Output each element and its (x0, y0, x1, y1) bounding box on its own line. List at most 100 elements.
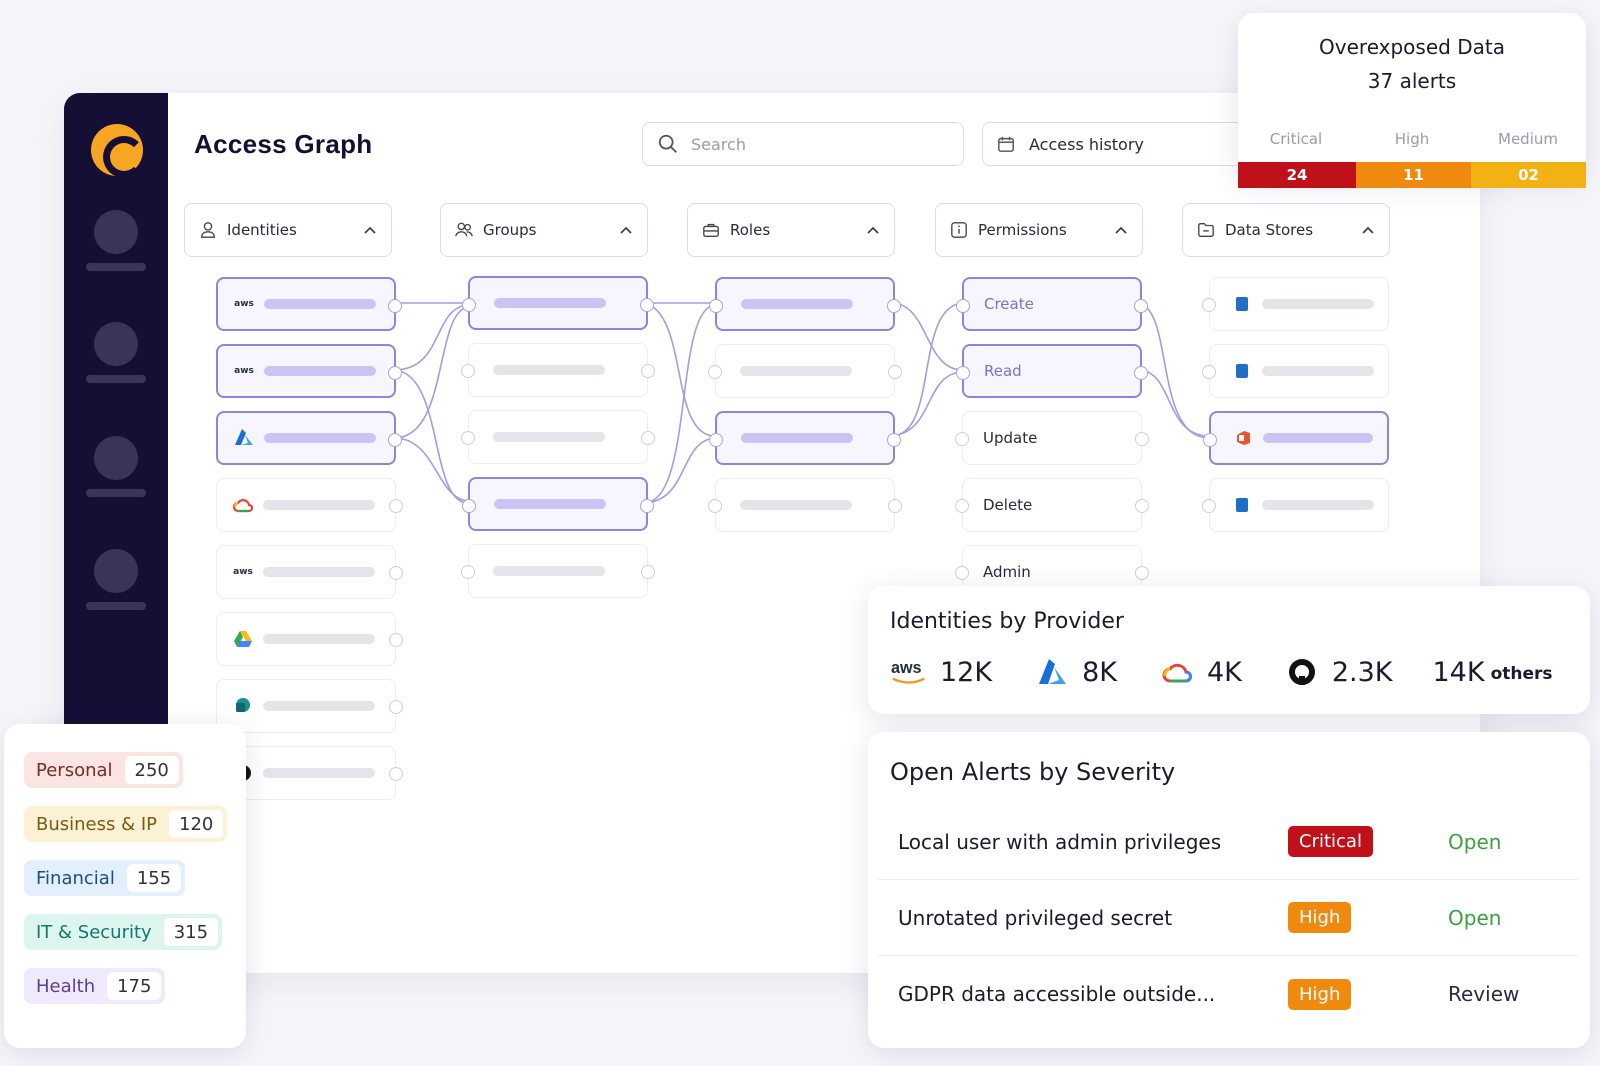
provider-aws[interactable]: aws 12K (890, 656, 992, 688)
permission-read[interactable]: Read (956, 344, 1148, 398)
sidebar-item-2-label[interactable] (86, 375, 146, 383)
connector-port[interactable] (389, 499, 403, 513)
connector-port[interactable] (389, 633, 403, 647)
group-node[interactable] (462, 477, 654, 531)
data-store-node[interactable] (1202, 478, 1389, 532)
connector-port[interactable] (1134, 366, 1148, 380)
permission-create[interactable]: Create (956, 277, 1148, 331)
connector-port[interactable] (955, 499, 969, 513)
connector-port[interactable] (887, 299, 901, 313)
connector-port[interactable] (955, 432, 969, 446)
connector-port[interactable] (1135, 432, 1149, 446)
severity-bar: 24 11 02 (1238, 162, 1586, 188)
connector-port[interactable] (461, 431, 475, 445)
data-store-node[interactable] (1203, 411, 1389, 465)
identity-node[interactable] (216, 478, 403, 532)
connector-port[interactable] (709, 299, 723, 313)
database-icon (1230, 359, 1254, 383)
category-health[interactable]: Health 175 (24, 968, 166, 1004)
connector-port[interactable] (461, 364, 475, 378)
permission-update[interactable]: Update (955, 411, 1149, 465)
identity-node[interactable]: aws (216, 277, 402, 331)
connector-port[interactable] (640, 499, 654, 513)
role-node[interactable] (709, 411, 901, 465)
alert-name: Unrotated privileged secret (898, 905, 1173, 930)
role-node[interactable] (708, 478, 902, 532)
node-placeholder (1262, 299, 1374, 309)
connector-port[interactable] (1202, 298, 1216, 312)
data-store-node[interactable] (1202, 344, 1389, 398)
search-input[interactable]: Search (642, 122, 964, 166)
connector-port[interactable] (462, 298, 476, 312)
app-logo[interactable] (91, 124, 145, 178)
provider-count: 14K (1432, 656, 1485, 688)
alert-row[interactable]: Unrotated privileged secret High Open (878, 880, 1578, 956)
connector-port[interactable] (388, 299, 402, 313)
identity-node[interactable]: aws (216, 344, 402, 398)
connector-port[interactable] (641, 565, 655, 579)
provider-github[interactable]: 2.3K (1282, 656, 1393, 688)
identity-node[interactable] (216, 612, 403, 666)
connector-port[interactable] (888, 499, 902, 513)
sidebar-item-1-icon[interactable] (94, 210, 138, 254)
connector-port[interactable] (956, 299, 970, 313)
provider-google-cloud[interactable]: 4K (1157, 656, 1242, 688)
sidebar-item-3-icon[interactable] (94, 436, 138, 480)
sidebar-item-4-icon[interactable] (94, 549, 138, 593)
category-personal[interactable]: Personal 250 (24, 752, 183, 788)
connector-port[interactable] (887, 433, 901, 447)
column-data-stores[interactable]: Data Stores (1182, 203, 1390, 257)
alert-row[interactable]: GDPR data accessible outside... High Rev… (878, 956, 1578, 1032)
connector-port[interactable] (641, 431, 655, 445)
connector-port[interactable] (708, 365, 722, 379)
connector-port[interactable] (956, 366, 970, 380)
group-node[interactable] (462, 276, 654, 330)
column-groups[interactable]: Groups (440, 203, 648, 257)
connector-port[interactable] (955, 566, 969, 580)
alert-row[interactable]: Local user with admin privileges Critica… (878, 804, 1578, 880)
severity-label-high: High (1394, 130, 1430, 148)
connector-port[interactable] (1203, 433, 1217, 447)
column-identities[interactable]: Identities (184, 203, 392, 257)
connector-port[interactable] (640, 298, 654, 312)
provider-others[interactable]: 14K others (1433, 657, 1553, 688)
connector-port[interactable] (1202, 365, 1216, 379)
connector-port[interactable] (389, 566, 403, 580)
connector-port[interactable] (388, 366, 402, 380)
group-node[interactable] (461, 343, 655, 397)
connector-port[interactable] (461, 565, 475, 579)
connector-port[interactable] (709, 433, 723, 447)
identity-node[interactable] (216, 679, 403, 733)
connector-port[interactable] (1134, 299, 1148, 313)
category-business-ip[interactable]: Business & IP 120 (24, 806, 228, 842)
connector-port[interactable] (389, 700, 403, 714)
group-node[interactable] (461, 544, 655, 598)
connector-port[interactable] (389, 767, 403, 781)
identity-node[interactable]: aws (216, 545, 403, 599)
role-node[interactable] (708, 344, 902, 398)
connector-port[interactable] (708, 499, 722, 513)
sidebar-item-1-label[interactable] (86, 263, 146, 271)
node-placeholder (264, 433, 376, 443)
connector-port[interactable] (641, 364, 655, 378)
provider-azure[interactable]: 8K (1032, 656, 1117, 688)
data-store-node[interactable] (1202, 277, 1389, 331)
identity-node[interactable] (216, 411, 402, 465)
category-it-security[interactable]: IT & Security 315 (24, 914, 223, 950)
sidebar-item-4-label[interactable] (86, 602, 146, 610)
permission-delete[interactable]: Delete (955, 478, 1149, 532)
connector-port[interactable] (1202, 499, 1216, 513)
connector-port[interactable] (462, 499, 476, 513)
sidebar-item-3-label[interactable] (86, 489, 146, 497)
overexposed-data-card[interactable]: Overexposed Data 37 alerts Critical High… (1238, 13, 1586, 188)
connector-port[interactable] (1135, 566, 1149, 580)
column-roles[interactable]: Roles (687, 203, 895, 257)
connector-port[interactable] (388, 433, 402, 447)
column-permissions[interactable]: Permissions (935, 203, 1143, 257)
connector-port[interactable] (888, 365, 902, 379)
sidebar-item-2-icon[interactable] (94, 322, 138, 366)
role-node[interactable] (709, 277, 901, 331)
category-financial[interactable]: Financial 155 (24, 860, 186, 896)
connector-port[interactable] (1135, 499, 1149, 513)
group-node[interactable] (461, 410, 655, 464)
